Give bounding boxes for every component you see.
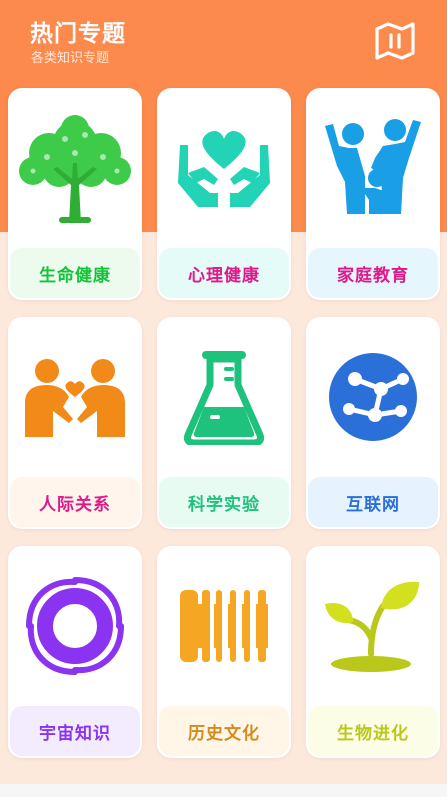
topic-label: 历史文化 xyxy=(159,706,289,756)
topic-card-mental-health[interactable]: 心理健康 xyxy=(157,88,291,300)
people-heart-icon xyxy=(25,359,125,437)
network-globe-icon xyxy=(329,353,417,441)
topic-label: 人际关系 xyxy=(10,477,140,527)
topic-label: 家庭教育 xyxy=(308,248,438,298)
topic-card-universe[interactable]: 宇宙知识 xyxy=(8,546,142,758)
sprout-icon xyxy=(325,581,419,672)
topic-label: 心理健康 xyxy=(159,248,289,298)
scroll-icon xyxy=(180,590,268,662)
topic-label: 科学实验 xyxy=(159,477,289,527)
topic-card-biological-evolution[interactable]: 生物进化 xyxy=(306,546,440,758)
map-icon xyxy=(375,22,415,60)
topic-card-family-education[interactable]: 家庭教育 xyxy=(306,88,440,300)
flask-icon xyxy=(184,351,264,445)
topic-card-internet[interactable]: 互联网 xyxy=(306,317,440,529)
tree-icon xyxy=(19,115,131,223)
topic-label: 互联网 xyxy=(308,477,438,527)
topic-label: 生命健康 xyxy=(10,248,140,298)
topic-label: 生物进化 xyxy=(308,706,438,756)
topic-card-science-experiments[interactable]: 科学实验 xyxy=(157,317,291,529)
topic-card-relationships[interactable]: 人际关系 xyxy=(8,317,142,529)
map-button[interactable] xyxy=(374,20,416,62)
family-icon xyxy=(325,119,421,214)
heart-hands-icon xyxy=(178,130,270,207)
galaxy-icon xyxy=(26,577,124,675)
page-title: 热门专题 xyxy=(30,21,126,47)
topic-label: 宇宙知识 xyxy=(10,706,140,756)
topic-card-history-culture[interactable]: 历史文化 xyxy=(157,546,291,758)
page-subtitle: 各类知识专题 xyxy=(31,51,110,66)
bottom-bar xyxy=(0,784,447,797)
topic-card-life-health[interactable]: 生命健康 xyxy=(8,88,142,300)
